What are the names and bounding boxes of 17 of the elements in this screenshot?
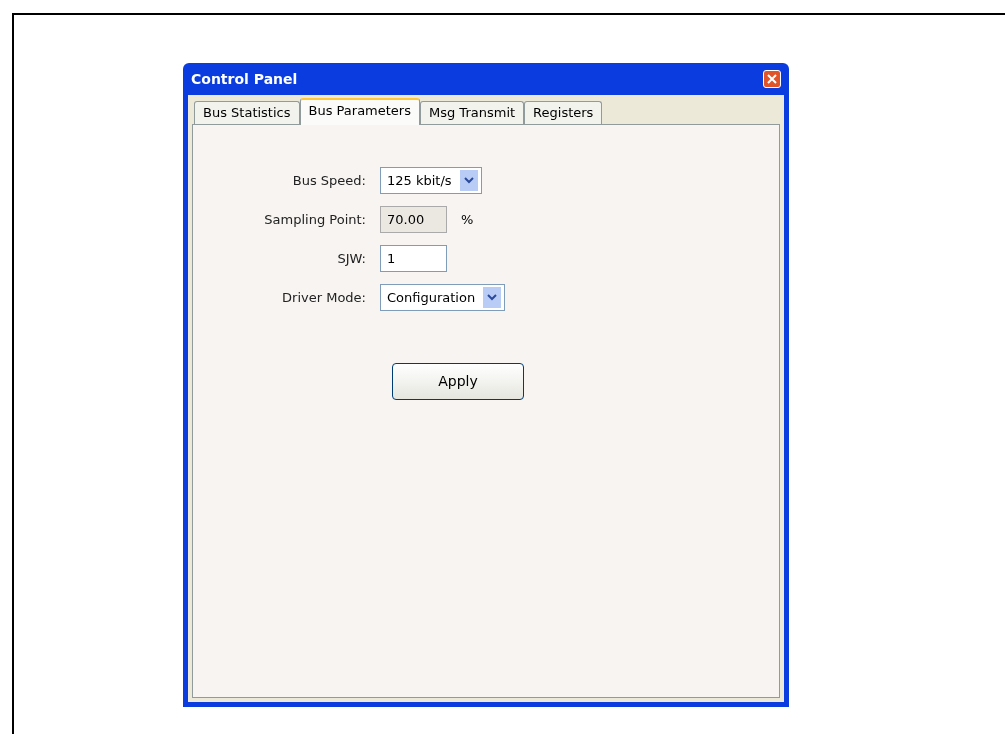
tab[interactable]: Bus Statistics <box>194 101 300 124</box>
field-label: SJW: <box>336 249 366 268</box>
field-label: Bus Speed: <box>291 171 366 190</box>
window-title: Control Panel <box>191 69 298 89</box>
apply-button[interactable]: Apply <box>392 363 524 400</box>
tab[interactable]: Registers <box>524 101 603 124</box>
dropdown[interactable]: 125 kbit/s <box>380 167 482 194</box>
close-button[interactable] <box>763 70 781 88</box>
close-icon <box>767 74 777 84</box>
tab[interactable]: Msg Transmit <box>420 101 525 124</box>
input-field[interactable]: 1 <box>380 245 447 272</box>
field-label: Sampling Point: <box>263 210 366 229</box>
dropdown[interactable]: Configuration <box>380 284 506 311</box>
tab[interactable]: Bus Parameters <box>299 98 420 125</box>
unit-label: % <box>461 210 474 229</box>
readonly-field: 70.00 <box>380 206 447 233</box>
field-label: Driver Mode: <box>281 288 366 307</box>
